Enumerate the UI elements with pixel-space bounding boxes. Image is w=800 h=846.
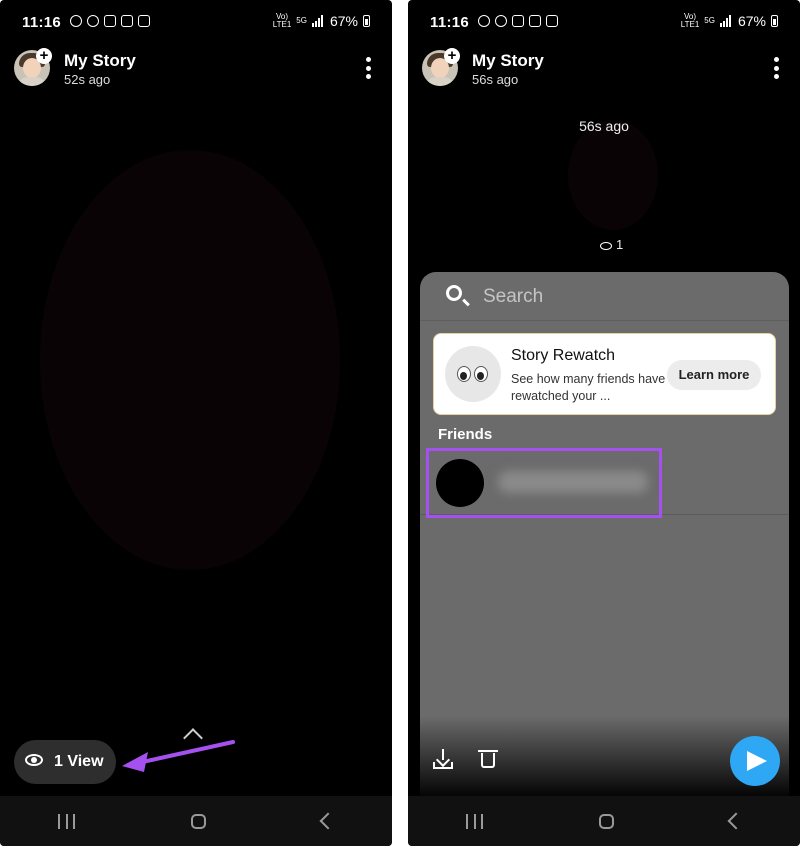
battery-percent: 67% (737, 13, 766, 29)
system-status: Vo) LTE1 5G 67% (273, 13, 370, 29)
views-button[interactable]: 1 View (14, 740, 116, 784)
search-icon (446, 285, 462, 301)
learn-more-button[interactable]: Learn more (667, 360, 761, 390)
battery-percent: 67% (329, 13, 358, 29)
eye-icon (25, 754, 43, 766)
recent-apps-button[interactable] (58, 813, 75, 829)
signal-icon (311, 15, 325, 27)
status-bar: 11:16 Vo) LTE1 5G 67% (0, 0, 392, 46)
battery-icon (363, 15, 370, 27)
system-status: Vo) LTE1 5G 67% (681, 13, 778, 29)
story-background (40, 150, 340, 570)
story-title: My Story (472, 51, 544, 70)
views-label: 1 View (54, 753, 104, 770)
status-time: 11:16 (430, 14, 470, 31)
eye-icon (600, 241, 612, 250)
telegram-icon (70, 15, 82, 27)
gmail-icon (121, 15, 133, 27)
home-button[interactable] (191, 813, 206, 829)
add-story-icon[interactable]: + (36, 48, 52, 64)
story-header: + My Story 56s ago (422, 48, 800, 90)
story-header: + My Story 52s ago (14, 48, 392, 90)
instagram-icon (104, 15, 116, 27)
trash-icon[interactable] (478, 749, 498, 769)
story-time: 52s ago (64, 72, 111, 87)
telegram-icon (478, 15, 490, 27)
send-button[interactable] (730, 736, 780, 786)
home-button[interactable] (599, 813, 614, 829)
card-description: See how many friends have rewatched your… (511, 372, 666, 403)
friends-section-label: Friends (438, 426, 493, 443)
volte-icon: Vo) LTE1 (272, 12, 292, 29)
highlight-box (426, 448, 662, 518)
story-time-overlay: 56s ago (579, 118, 629, 134)
more-vertical-icon[interactable] (366, 57, 372, 79)
back-button[interactable] (727, 812, 745, 830)
signal-icon (719, 15, 733, 27)
gallery-icon (546, 15, 558, 27)
gmail-icon (529, 15, 541, 27)
download-icon[interactable] (433, 749, 453, 769)
view-count-value: 1 (616, 237, 624, 252)
network-5g-icon: 5G (704, 16, 715, 25)
story-time: 56s ago (472, 72, 519, 87)
gallery-icon (138, 15, 150, 27)
story-thumbnail (568, 120, 658, 230)
view-count: 1 (600, 237, 623, 252)
story-rewatch-card: Story Rewatch See how many friends have … (433, 333, 776, 415)
notification-icons (478, 15, 558, 27)
status-bar: 11:16 Vo) LTE1 5G 67% (408, 0, 800, 46)
whatsapp-icon (87, 15, 99, 27)
volte-icon: Vo) LTE1 (680, 12, 700, 29)
system-nav-bar (408, 796, 800, 846)
notification-icons (70, 15, 150, 27)
battery-icon (771, 15, 778, 27)
search-bar[interactable]: Search (420, 272, 789, 321)
eyes-emoji-icon (445, 346, 501, 402)
search-input[interactable]: Search (483, 286, 543, 308)
chevron-up-icon[interactable] (183, 728, 203, 748)
more-vertical-icon[interactable] (774, 57, 780, 79)
story-title: My Story (64, 51, 136, 70)
whatsapp-icon (495, 15, 507, 27)
system-nav-bar (0, 796, 392, 846)
recent-apps-button[interactable] (466, 813, 483, 829)
instagram-icon (512, 15, 524, 27)
viewers-sheet: Search Story Rewatch See how many friend… (420, 272, 789, 796)
status-time: 11:16 (22, 14, 62, 31)
add-story-icon[interactable]: + (444, 48, 460, 64)
card-title: Story Rewatch (511, 347, 616, 364)
back-button[interactable] (319, 812, 337, 830)
network-5g-icon: 5G (296, 16, 307, 25)
send-icon (747, 751, 767, 771)
phone-screen-left: 11:16 Vo) LTE1 5G 67% + My Story 52s ago … (0, 0, 392, 846)
phone-screen-right: 11:16 Vo) LTE1 5G 67% + My Story 56s ago … (408, 0, 800, 846)
